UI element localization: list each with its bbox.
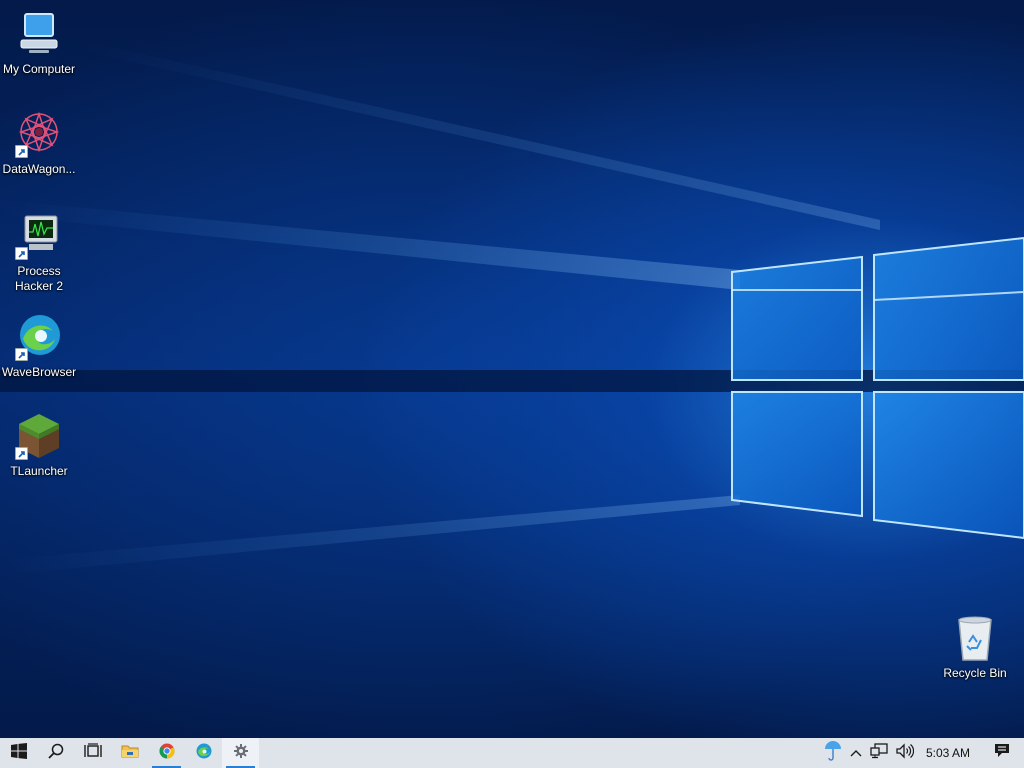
settings-button[interactable] bbox=[222, 738, 259, 768]
desktop-icon-label: Process Hacker 2 bbox=[14, 264, 64, 293]
wavebrowser-icon bbox=[15, 313, 63, 361]
desktop-icon-process-hacker[interactable]: Process Hacker 2 bbox=[0, 212, 78, 294]
file-explorer-button[interactable] bbox=[111, 738, 148, 768]
process-hacker-icon bbox=[15, 212, 63, 260]
system-tray: 5:03 AM bbox=[820, 738, 1024, 768]
datawagon-icon bbox=[15, 110, 63, 158]
search-icon bbox=[47, 743, 64, 764]
shortcut-arrow-icon bbox=[15, 247, 28, 260]
settings-icon bbox=[233, 743, 249, 764]
volume-button[interactable] bbox=[892, 738, 918, 768]
computer-icon bbox=[15, 10, 63, 58]
task-view-button[interactable] bbox=[74, 738, 111, 768]
volume-icon bbox=[896, 742, 915, 764]
search-button[interactable] bbox=[37, 738, 74, 768]
shortcut-arrow-icon bbox=[15, 447, 28, 460]
start-icon bbox=[10, 742, 27, 764]
file-explorer-icon bbox=[121, 743, 139, 764]
chevron-up-icon bbox=[850, 744, 862, 762]
taskbar: 5:03 AM bbox=[0, 738, 1024, 768]
wavebrowser-icon bbox=[196, 743, 212, 764]
desktop-wallpaper bbox=[0, 0, 1024, 738]
shortcut-arrow-icon bbox=[15, 145, 28, 158]
desktop-icon-my-computer[interactable]: My Computer bbox=[0, 10, 78, 77]
desktop-icon-label: DataWagon... bbox=[2, 162, 76, 176]
desktop-icon-label: My Computer bbox=[2, 62, 76, 76]
desktop-icon-label: Recycle Bin bbox=[943, 666, 1007, 680]
desktop-icon-recycle-bin[interactable]: Recycle Bin bbox=[936, 614, 1014, 681]
tlauncher-grass-block-icon bbox=[15, 412, 63, 460]
network-icon bbox=[870, 742, 888, 764]
wavebrowser-button[interactable] bbox=[185, 738, 222, 768]
recycle-bin-icon bbox=[951, 614, 999, 662]
windows-logo-light-beams bbox=[0, 40, 1024, 575]
taskbar-clock[interactable]: 5:03 AM bbox=[918, 738, 980, 768]
task-view-icon bbox=[83, 742, 102, 764]
start-button[interactable] bbox=[0, 738, 37, 768]
chrome-icon bbox=[159, 743, 175, 764]
desktop-icon-label: TLauncher bbox=[10, 464, 68, 478]
shortcut-arrow-icon bbox=[15, 348, 28, 361]
umbrella-tray-button[interactable] bbox=[820, 738, 846, 768]
action-center-button[interactable] bbox=[980, 738, 1024, 768]
chrome-button[interactable] bbox=[148, 738, 185, 768]
network-button[interactable] bbox=[866, 738, 892, 768]
desktop-icon-wavebrowser[interactable]: WaveBrowser bbox=[0, 313, 78, 380]
desktop-icon-label: WaveBrowser bbox=[1, 365, 77, 379]
desktop-icon-tlauncher[interactable]: TLauncher bbox=[0, 412, 78, 479]
umbrella-icon bbox=[824, 740, 842, 767]
show-hidden-icons-button[interactable] bbox=[846, 738, 866, 768]
notifications-icon bbox=[994, 743, 1010, 763]
desktop-icon-datawagon[interactable]: DataWagon... bbox=[0, 110, 78, 177]
